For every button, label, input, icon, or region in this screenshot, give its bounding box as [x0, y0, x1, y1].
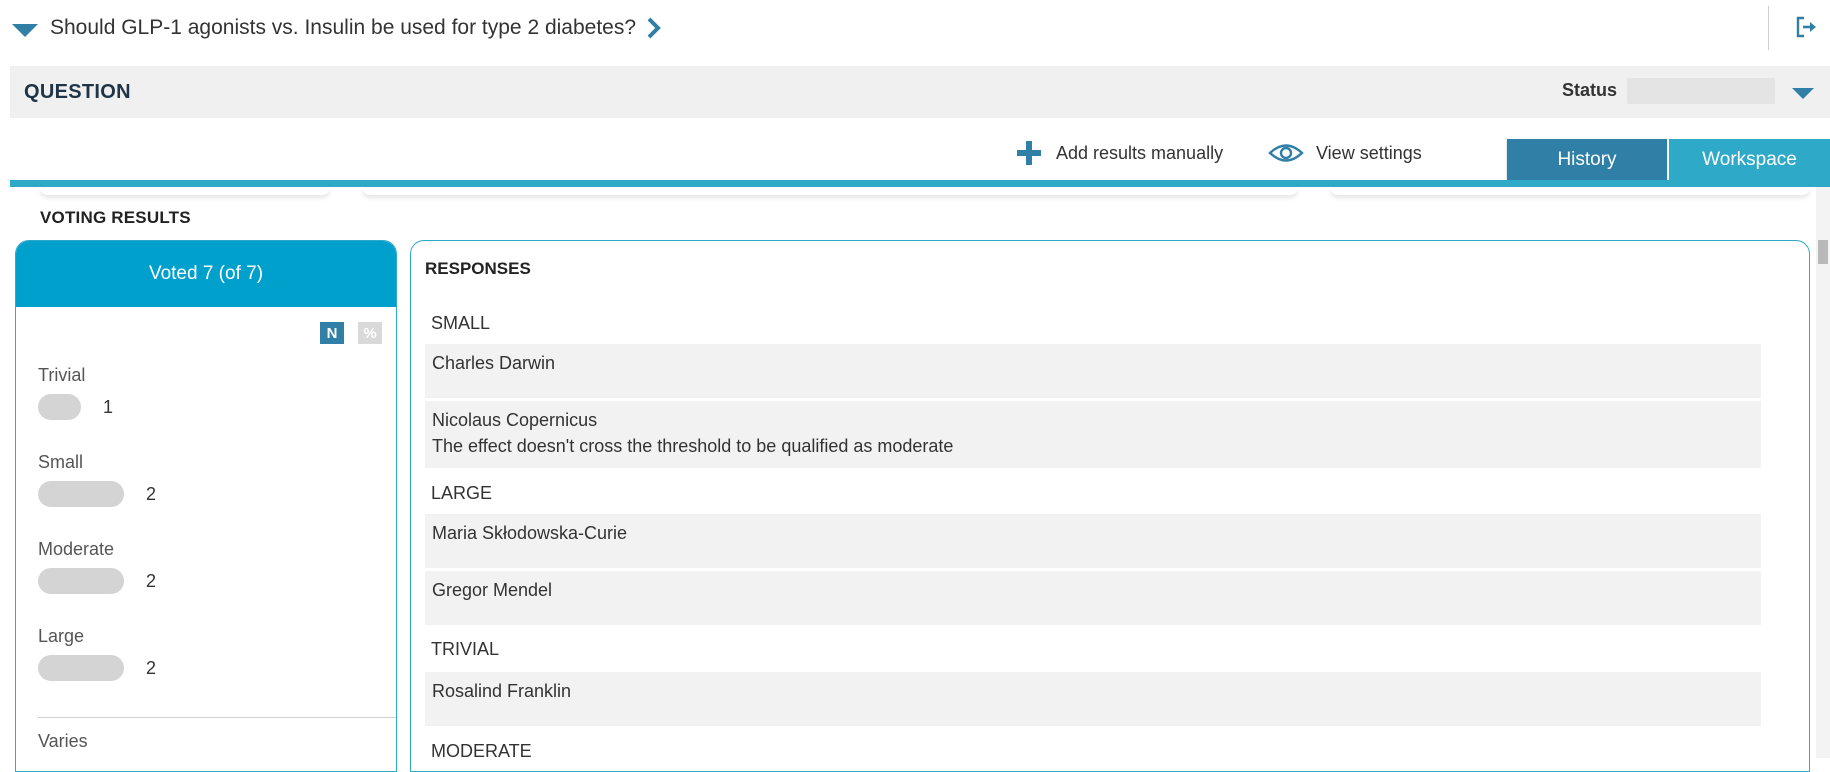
tab-history[interactable]: History — [1507, 139, 1667, 180]
respondent-name: Nicolaus Copernicus — [432, 410, 598, 430]
card-shadow — [362, 187, 1298, 195]
respondent-name: Maria Skłodowska-Curie — [432, 523, 628, 543]
response-item: Charles Darwin — [425, 344, 1761, 398]
add-results-label: Add results manually — [1056, 142, 1224, 163]
voted-summary: Voted 7 (of 7) — [16, 241, 396, 307]
vote-row: Trivial 1 — [38, 365, 113, 420]
response-item: Maria Skłodowska-Curie — [425, 514, 1761, 568]
vote-count: 2 — [146, 483, 157, 504]
vote-label: Varies — [38, 731, 88, 751]
chevron-down-icon[interactable] — [1792, 88, 1814, 99]
eye-icon — [1268, 144, 1304, 162]
vote-bar — [38, 394, 81, 420]
response-group-label: SMALL — [431, 313, 491, 333]
section-title: QUESTION — [24, 81, 131, 103]
status-select[interactable] — [1627, 78, 1775, 104]
respondent-name: Rosalind Franklin — [432, 681, 572, 701]
vote-label: Small — [38, 452, 84, 472]
vote-bar — [38, 481, 124, 507]
response-item: Nicolaus Copernicus The effect doesn't c… — [425, 401, 1761, 468]
vote-label: Large — [38, 626, 85, 646]
status-label: Status — [1562, 80, 1618, 100]
respondent-name: Gregor Mendel — [432, 580, 553, 600]
response-item: Gregor Mendel — [425, 571, 1761, 625]
divider — [38, 717, 396, 718]
response-group-label: TRIVIAL — [431, 639, 500, 659]
export-icon[interactable] — [1795, 16, 1817, 38]
plus-icon — [1017, 141, 1041, 165]
vote-bar — [38, 655, 124, 681]
view-settings-label: View settings — [1316, 142, 1422, 163]
card-shadow — [40, 187, 330, 195]
respondent-name: Charles Darwin — [432, 353, 556, 373]
vote-count: 1 — [103, 396, 114, 417]
scrollbar[interactable] — [1816, 187, 1830, 758]
responses-panel: RESPONSES SMALL Charles Darwin Nicolaus … — [410, 240, 1810, 772]
question-title: Should GLP-1 agonists vs. Insulin be use… — [50, 16, 637, 39]
vote-label: Moderate — [38, 539, 115, 559]
count-mode-button[interactable]: N — [320, 322, 344, 344]
voted-panel: Voted 7 (of 7) N % Trivial 1 Small 2 Mod… — [15, 240, 397, 772]
response-group-label: LARGE — [431, 483, 493, 503]
percent-mode-button[interactable]: % — [358, 322, 382, 344]
divider — [1768, 6, 1769, 50]
accent-divider — [10, 180, 1830, 187]
question-header: QUESTION Status — [10, 66, 1830, 118]
chevron-right-icon[interactable] — [644, 16, 664, 40]
voting-results-title: VOTING RESULTS — [40, 208, 191, 227]
tab-workspace[interactable]: Workspace — [1669, 139, 1830, 180]
vote-row: Moderate 2 — [38, 539, 156, 594]
vote-row: Large 2 — [38, 626, 156, 681]
vote-bar — [38, 568, 124, 594]
responses-title: RESPONSES — [425, 259, 531, 278]
view-settings-button[interactable]: View settings — [1268, 140, 1422, 166]
vote-count: 2 — [146, 657, 157, 678]
scrollbar-thumb[interactable] — [1818, 240, 1828, 264]
chevron-down-icon[interactable] — [12, 24, 38, 37]
vote-label: Trivial — [38, 365, 86, 385]
add-results-button[interactable]: Add results manually — [1016, 140, 1223, 166]
response-group-label: MODERATE — [431, 741, 532, 761]
response-item: Rosalind Franklin — [425, 672, 1761, 726]
vote-count: 2 — [146, 570, 157, 591]
response-comment: The effect doesn't cross the threshold t… — [432, 436, 954, 456]
card-shadow — [1330, 187, 1810, 195]
question-bar: Should GLP-1 agonists vs. Insulin be use… — [0, 0, 1830, 58]
vote-row: Small 2 — [38, 452, 156, 507]
